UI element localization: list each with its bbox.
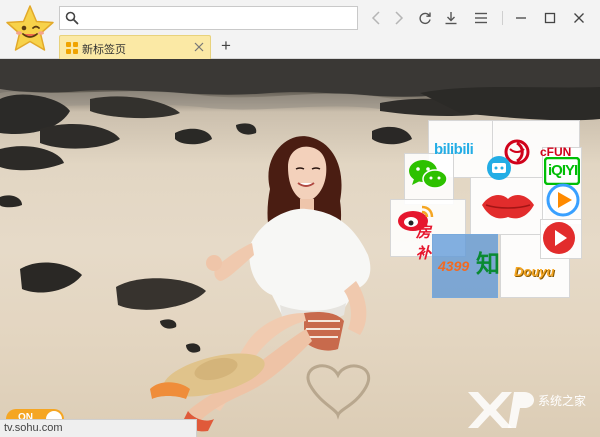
- close-window-button[interactable]: [569, 8, 589, 28]
- refresh-button[interactable]: [415, 8, 435, 28]
- chevron-right-icon: [395, 11, 404, 25]
- app-label-zhihu: 知: [476, 251, 500, 278]
- browser-logo-star-icon[interactable]: [4, 4, 56, 56]
- red-video-play-icon: [543, 222, 575, 254]
- close-tab-icon[interactable]: [194, 42, 204, 52]
- tab-title: 新标签页: [82, 44, 126, 56]
- address-bar[interactable]: [59, 6, 358, 30]
- refresh-icon: [419, 12, 431, 25]
- menu-button[interactable]: [471, 8, 491, 28]
- new-tab-button[interactable]: +: [217, 37, 235, 55]
- forward-button[interactable]: [389, 8, 409, 28]
- app-label-4399: 4399: [438, 258, 470, 274]
- app-label-iqiyi: iQIYI: [548, 162, 578, 179]
- xp510-watermark: 系统之家: [462, 386, 598, 432]
- wechat-icon: [409, 160, 448, 189]
- kissing-lips-icon: [482, 195, 534, 219]
- tab-new-tab[interactable]: 新标签页: [59, 35, 211, 59]
- status-bar-url: tv.sohu.com: [0, 419, 197, 437]
- new-tab-page: bilibili cFUN iQIYI 房补 4399 知 Douyu: [0, 59, 600, 437]
- browser-toolbar: 新标签页 +: [0, 0, 600, 59]
- app-label-fanli: 房补: [416, 224, 432, 262]
- chevron-left-icon: [371, 11, 380, 25]
- grid-apps-icon: [66, 42, 78, 54]
- tencent-video-icon: [546, 183, 580, 217]
- hamburger-menu-icon: [475, 12, 487, 24]
- download-button[interactable]: [441, 8, 461, 28]
- maximize-button[interactable]: [540, 8, 560, 28]
- xp-logo-icon: [468, 392, 535, 428]
- maximize-icon: [544, 12, 556, 24]
- back-button[interactable]: [366, 8, 386, 28]
- minimize-icon: [516, 17, 526, 19]
- toolbar-divider: [502, 11, 503, 25]
- download-icon: [445, 12, 457, 25]
- minimize-button[interactable]: [511, 8, 531, 28]
- close-icon: [574, 13, 584, 23]
- bilibili-tv-icon: [487, 156, 511, 180]
- address-input[interactable]: [84, 9, 352, 27]
- watermark-text: 系统之家: [538, 394, 587, 408]
- search-icon: [65, 11, 79, 25]
- app-label-bilibili: bilibili: [434, 141, 474, 158]
- app-label-douyu: Douyu: [514, 264, 555, 279]
